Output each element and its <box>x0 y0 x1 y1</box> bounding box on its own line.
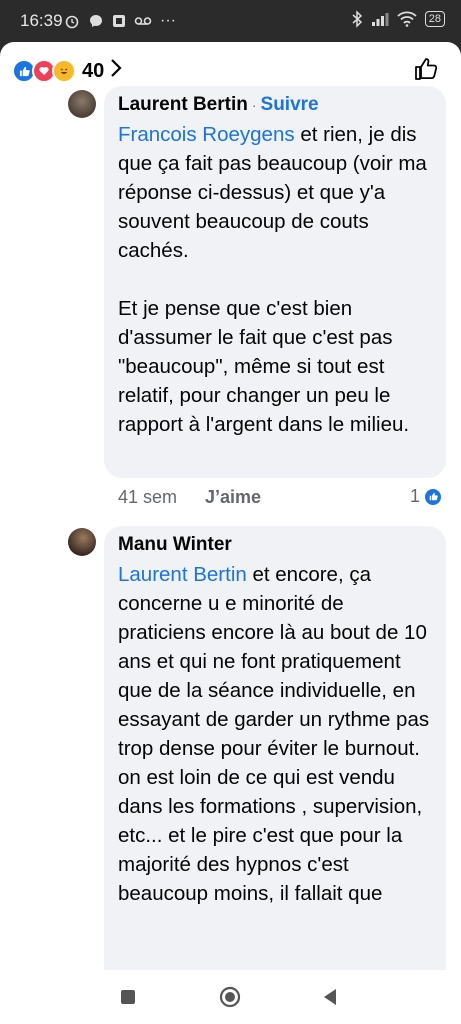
comment-author[interactable]: Manu Winter <box>118 534 232 555</box>
signal-icon <box>371 13 389 26</box>
avatar[interactable] <box>68 90 96 118</box>
back-button[interactable] <box>310 970 350 1024</box>
recent-apps-button[interactable] <box>108 970 148 1024</box>
voicemail-icon <box>134 17 152 25</box>
comment-bubble: Laurent Bertin · Suivre Francois Roeygens … <box>104 86 446 478</box>
wifi-icon <box>397 11 417 27</box>
separator-dot: · <box>251 97 257 113</box>
system-nav-bar <box>0 970 461 1024</box>
square-icon <box>121 990 135 1004</box>
comment-bubble: Manu Winter Laurent Bertin et encore, ça… <box>104 526 446 970</box>
like-reaction-icon <box>423 486 444 507</box>
comment-author[interactable]: Laurent Bertin <box>118 94 248 115</box>
status-time: 16:39 <box>20 11 63 30</box>
mention-link[interactable]: Francois Roeygens <box>118 123 295 146</box>
home-button[interactable] <box>210 970 250 1024</box>
comment-text-paragraph: Et je pense que c'est bien d'assumer le … <box>118 297 410 436</box>
alarm-icon <box>65 15 79 29</box>
follow-button[interactable]: Suivre <box>261 94 319 115</box>
comment-actions: 41 sem J’aime <box>118 487 261 508</box>
comment-header: Laurent Bertin · Suivre <box>118 94 432 116</box>
haha-reaction-icon <box>52 59 76 83</box>
comment-header: Manu Winter <box>118 534 432 556</box>
messenger-icon <box>90 15 102 27</box>
circle-icon <box>219 986 241 1008</box>
battery-icon: 28 <box>424 11 445 27</box>
notification-icons: ··· <box>64 12 176 30</box>
more-notifications-icon: ··· <box>160 12 176 29</box>
reactions-summary[interactable]: 40 <box>12 58 122 84</box>
triangle-back-icon <box>324 989 336 1005</box>
comments-sheet[interactable]: 40 Laurent Bertin · Suivre Francois Roeyge… <box>0 42 461 970</box>
app-icon <box>113 15 125 27</box>
comment-text: Laurent Bertin et encore, ça concerne u … <box>118 560 432 908</box>
chevron-right-icon <box>110 58 122 84</box>
mention-link[interactable]: Laurent Bertin <box>118 563 247 586</box>
status-bar: 16:39 ··· 28 <box>0 0 461 42</box>
comment-reaction-count[interactable]: 1 <box>410 486 444 507</box>
comment-timestamp[interactable]: 41 sem <box>118 487 177 508</box>
system-icons: 28 <box>351 10 445 28</box>
comment-text-part: et encore, ça concerne u e minorité de p… <box>118 563 430 905</box>
avatar[interactable] <box>68 528 96 556</box>
comment-text: Francois Roeygens et rien, je dis que ça… <box>118 120 432 439</box>
reaction-count: 40 <box>82 59 105 82</box>
like-button[interactable]: J’aime <box>205 487 261 508</box>
comment-like-count: 1 <box>410 486 421 506</box>
bluetooth-icon <box>352 10 362 28</box>
like-thumb-icon[interactable] <box>413 56 439 87</box>
